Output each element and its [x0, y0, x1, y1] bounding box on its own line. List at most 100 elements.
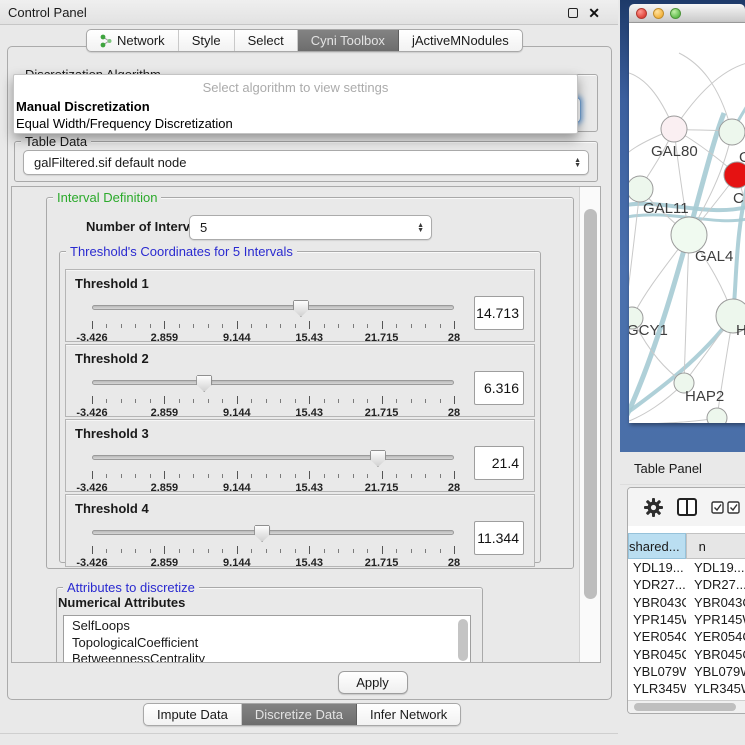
table-row[interactable]: YBR045CYBR045C [628, 645, 745, 662]
tick-mark [237, 396, 238, 404]
network-window-titlebar[interactable] [629, 4, 745, 23]
close-icon[interactable]: ✕ [588, 8, 600, 18]
scale-label: 28 [448, 482, 460, 494]
slider-track[interactable] [92, 530, 454, 535]
threshold-value-field[interactable] [474, 446, 524, 480]
control-panel-header: Control Panel ✕ [0, 0, 618, 25]
slider-handle[interactable] [196, 375, 212, 392]
network-node[interactable] [629, 176, 653, 202]
table-cell: YER054C [628, 629, 686, 644]
dropdown-option-equal[interactable]: Equal Width/Frequency Discretization [16, 116, 233, 131]
slider-track[interactable] [92, 455, 454, 460]
tab-impute-data[interactable]: Impute Data [144, 704, 242, 725]
table-row[interactable]: YDL19...YDL19... [628, 559, 745, 576]
tick-mark [454, 546, 455, 554]
tick-mark [106, 324, 107, 328]
list-scrollbar[interactable] [458, 619, 468, 661]
tab-jactivemnodules[interactable]: jActiveMNodules [399, 30, 522, 51]
tick-mark [193, 549, 194, 553]
table-row[interactable]: YBR043CYBR043C [628, 594, 745, 611]
minimize-window-icon[interactable] [653, 8, 664, 19]
scale-label: 15.43 [295, 557, 323, 569]
node-label: GAL4 [695, 248, 733, 265]
threshold-1-box: Threshold 1 -3.4262.8599.14415.4321.7152… [65, 269, 535, 342]
slider-track[interactable] [92, 380, 454, 385]
threshold-label: Threshold 2 [75, 351, 149, 366]
tick-mark [106, 474, 107, 478]
scale-label: 9.144 [223, 332, 251, 344]
table-cell: YBR043C [628, 595, 686, 610]
threshold-slider[interactable]: -3.4262.8599.14415.4321.71528 [92, 525, 454, 565]
network-node[interactable] [707, 408, 727, 423]
interval-definition-title: Interval Definition [53, 190, 161, 205]
tick-mark [338, 474, 339, 478]
attribute-item[interactable]: TopologicalCoefficient [64, 635, 470, 652]
tab-select[interactable]: Select [235, 30, 298, 51]
threshold-label: Threshold 1 [75, 276, 149, 291]
threshold-slider[interactable]: -3.4262.8599.14415.4321.71528 [92, 375, 454, 415]
num-intervals-combobox[interactable]: 5 ▲▼ [189, 215, 432, 240]
tab-style[interactable]: Style [179, 30, 235, 51]
split-columns-icon[interactable] [677, 498, 697, 516]
scale-label: 9.144 [223, 557, 251, 569]
table-hscrollbar-thumb[interactable] [634, 703, 736, 711]
table-row[interactable]: YLR345WYLR345W [628, 680, 745, 697]
table-panel-title: Table Panel [634, 461, 702, 476]
node-label: HAP2 [685, 388, 724, 405]
threshold-slider[interactable]: -3.4262.8599.14415.4321.71528 [92, 300, 454, 340]
network-node[interactable] [661, 116, 687, 142]
table-cell: YDR27... [628, 577, 686, 592]
checkbox-columns-icon[interactable] [711, 501, 741, 514]
table-cell: YLR345W [628, 681, 686, 696]
tick-mark [324, 549, 325, 553]
tick-mark [309, 321, 310, 329]
numerical-attributes-list[interactable]: SelfLoopsTopologicalCoefficientBetweenne… [63, 615, 471, 663]
threshold-value-field[interactable] [474, 296, 524, 330]
threshold-value-field[interactable] [474, 371, 524, 405]
apply-button[interactable]: Apply [338, 671, 408, 694]
network-node[interactable] [719, 119, 745, 145]
zoom-window-icon[interactable] [670, 8, 681, 19]
tick-mark [135, 399, 136, 403]
node-label: H [736, 322, 745, 339]
table-row[interactable]: YBL079WYBL079W [628, 663, 745, 680]
tick-mark [454, 471, 455, 479]
threshold-slider[interactable]: -3.4262.8599.14415.4321.71528 [92, 450, 454, 490]
float-window-icon[interactable] [568, 8, 578, 18]
attribute-item[interactable]: BetweennessCentrality [64, 651, 470, 663]
table-data-combobox[interactable]: galFiltered.sif default node ▲▼ [23, 150, 589, 175]
table-row[interactable]: YER054CYER054C [628, 628, 745, 645]
viewport-scrollbar-thumb[interactable] [584, 209, 597, 599]
dropdown-option-manual[interactable]: Manual Discretization [16, 99, 150, 114]
slider-scale: -3.4262.8599.14415.4321.71528 [92, 482, 454, 494]
network-canvas[interactable]: GAL80G.CGAL11GAL4GCY1HHAP2 [629, 23, 745, 423]
network-node[interactable] [724, 162, 745, 188]
slider-handle[interactable] [254, 525, 270, 542]
slider-handle[interactable] [293, 300, 309, 317]
tick-mark [164, 321, 165, 329]
threshold-value-field[interactable] [474, 521, 524, 555]
viewport-scrollbar[interactable] [579, 187, 601, 662]
close-window-icon[interactable] [636, 8, 647, 19]
tick-mark [121, 549, 122, 553]
column-header-shared-name[interactable]: shared... [628, 533, 686, 559]
tick-mark [338, 549, 339, 553]
tab-discretize-data[interactable]: Discretize Data [242, 704, 357, 725]
table-panel-header: Table Panel [620, 452, 745, 485]
tab-infer-network[interactable]: Infer Network [357, 704, 460, 725]
attribute-item[interactable]: SelfLoops [64, 618, 470, 635]
table-row[interactable]: YDR27...YDR27... [628, 576, 745, 593]
tab-cyni-toolbox[interactable]: Cyni Toolbox [298, 30, 399, 51]
table-cell: YER054C [686, 629, 745, 644]
tick-mark [135, 324, 136, 328]
table-horizontal-scrollbar[interactable] [628, 700, 745, 713]
table-data-value: galFiltered.sif default node [34, 155, 186, 170]
table-row[interactable]: YPR145WYPR145W [628, 611, 745, 628]
tab-network[interactable]: Network [87, 30, 179, 51]
table-cell: YBR045C [628, 647, 686, 662]
control-panel-tabs: Network Style Select Cyni Toolbox jActiv… [86, 29, 523, 52]
gear-icon[interactable] [644, 498, 663, 517]
slider-track[interactable] [92, 305, 454, 310]
column-header-name[interactable]: n [686, 533, 745, 559]
slider-handle[interactable] [370, 450, 386, 467]
